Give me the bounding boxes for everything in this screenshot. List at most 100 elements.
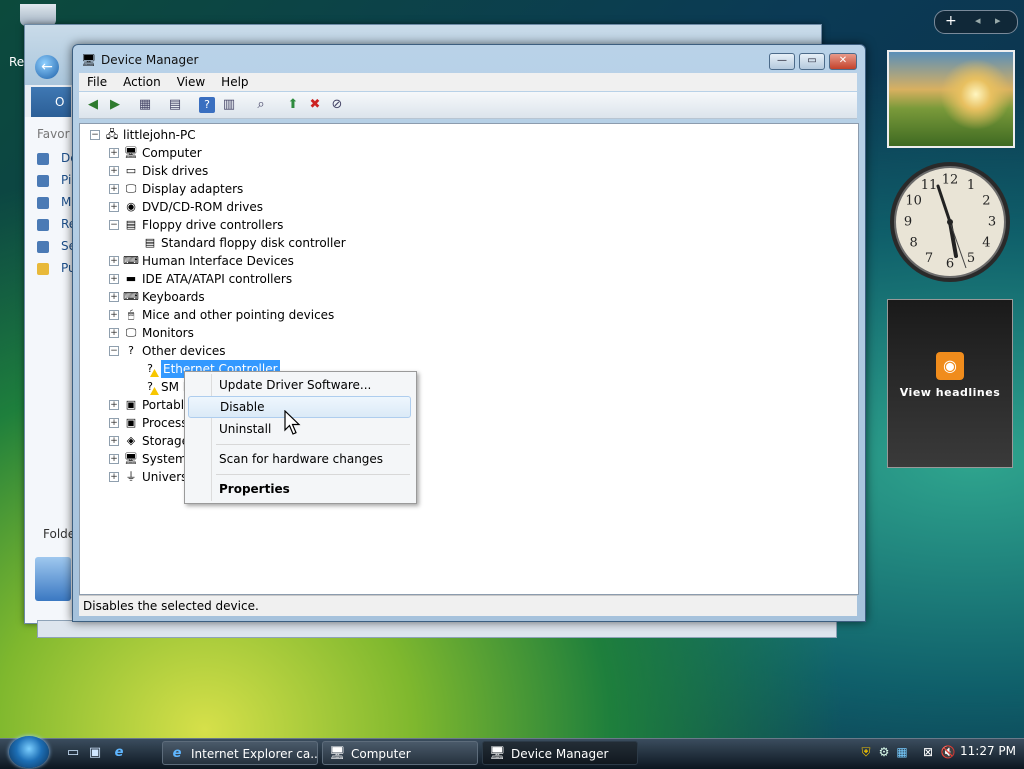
- update-driver-icon[interactable]: ⬆: [285, 97, 301, 113]
- expand-icon[interactable]: +: [109, 256, 119, 266]
- warning-icon: [150, 369, 159, 377]
- network-disconnected-icon[interactable]: ⊠: [920, 744, 936, 760]
- menu-help[interactable]: Help: [213, 73, 256, 91]
- tree-item[interactable]: + ▭ Disk drives: [109, 162, 709, 180]
- action-pane-icon[interactable]: ▥: [221, 97, 237, 113]
- toolbar: ◀ ▶ ▦ ▤ ? ▥ ⌕ ⬆ ✖ ⊘: [79, 92, 857, 119]
- warning-icon: [150, 387, 159, 395]
- tree-item-label: Other devices: [142, 344, 226, 358]
- expand-icon[interactable]: +: [109, 202, 119, 212]
- security-shield-icon[interactable]: ⛨: [858, 744, 874, 760]
- device-manager-window[interactable]: 🖥 Device Manager — ▭ ✕ File Action View Hel…: [72, 44, 866, 622]
- tree-item[interactable]: + 🖵 Display adapters: [109, 180, 709, 198]
- tree-item[interactable]: + 🖵 Monitors: [109, 324, 709, 342]
- device-manager-app-icon: 🖥: [81, 53, 97, 67]
- mouse-cursor-icon: [284, 410, 301, 435]
- expand-icon[interactable]: +: [109, 418, 119, 428]
- forward-arrow-icon[interactable]: ▶: [107, 97, 123, 113]
- tree-item[interactable]: − 🖧 littlejohn-PC: [90, 126, 690, 144]
- tree-item[interactable]: + ⌨ Human Interface Devices: [109, 252, 709, 270]
- expand-icon[interactable]: +: [109, 184, 119, 194]
- sidebar-item-music[interactable]: M: [61, 195, 71, 209]
- expand-icon[interactable]: +: [109, 436, 119, 446]
- window-title: Device Manager: [101, 53, 199, 67]
- tree-item[interactable]: + ▬ IDE ATA/ATAPI controllers: [109, 270, 709, 288]
- computer-network-icon: 🖧: [105, 128, 119, 141]
- start-button[interactable]: [9, 736, 49, 768]
- gadget-controls: + ◂ ▸: [934, 10, 1018, 34]
- slideshow-gadget[interactable]: [887, 50, 1015, 148]
- network-tray-icon[interactable]: ▦: [894, 744, 910, 760]
- background-nav-bar: O: [31, 87, 71, 119]
- taskbar-task-device-manager[interactable]: 🖥 Device Manager: [482, 741, 638, 765]
- show-desktop-icon[interactable]: ▭: [64, 744, 82, 762]
- expand-icon[interactable]: +: [109, 148, 119, 158]
- menu-view[interactable]: View: [169, 73, 213, 91]
- status-text: Disables the selected device.: [83, 599, 259, 613]
- expand-icon[interactable]: +: [109, 310, 119, 320]
- tree-item[interactable]: + 🖥 Computer: [109, 144, 709, 162]
- tree-item[interactable]: + 🖱 Mice and other pointing devices: [109, 306, 709, 324]
- taskbar-task-label: Device Manager: [511, 747, 609, 761]
- sidebar-item-pictures[interactable]: Pi: [61, 173, 71, 187]
- tree-item-label: Standard floppy disk controller: [161, 236, 346, 250]
- uninstall-icon[interactable]: ✖: [307, 97, 323, 113]
- collapse-icon[interactable]: −: [109, 346, 119, 356]
- taskbar-clock[interactable]: 11:27 PM: [960, 744, 1016, 758]
- tree-item-label: Disk drives: [142, 164, 209, 178]
- minimize-button[interactable]: —: [769, 53, 795, 70]
- warning-device-icon: ?: [142, 362, 159, 377]
- tree-item[interactable]: + ◉ DVD/CD-ROM drives: [109, 198, 709, 216]
- folders-label[interactable]: Folde: [43, 527, 75, 541]
- switch-windows-icon[interactable]: ▣: [86, 744, 104, 762]
- feed-headlines-gadget[interactable]: ◉ View headlines: [887, 299, 1013, 468]
- back-arrow-icon[interactable]: ←: [35, 55, 59, 79]
- collapse-icon[interactable]: −: [90, 130, 100, 140]
- tree-item[interactable]: − ▤ Floppy drive controllers: [109, 216, 709, 234]
- tree-item-label: Computer: [142, 146, 202, 160]
- volume-muted-icon[interactable]: 🔇: [940, 744, 956, 760]
- scan-hardware-icon[interactable]: ⌕: [253, 97, 269, 113]
- context-menu: Update Driver Software... Disable Uninst…: [184, 371, 417, 504]
- menu-item-update-driver[interactable]: Update Driver Software...: [188, 374, 411, 396]
- tree-item[interactable]: + ⌨ Keyboards: [109, 288, 709, 306]
- tray-tool-icon[interactable]: ⚙: [876, 744, 892, 760]
- properties-icon[interactable]: ▤: [167, 97, 183, 113]
- disk-drive-icon: ▭: [125, 164, 137, 177]
- status-bar: Disables the selected device.: [79, 595, 857, 616]
- menu-action[interactable]: Action: [115, 73, 169, 91]
- device-tree[interactable]: − 🖧 littlejohn-PC + 🖥 Computer + ▭ Disk drives + 🖵…: [79, 123, 859, 595]
- help-icon[interactable]: ?: [199, 97, 215, 113]
- menu-item-properties[interactable]: Properties: [188, 478, 411, 500]
- back-arrow-icon[interactable]: ◀: [85, 97, 101, 113]
- expand-icon[interactable]: +: [109, 454, 119, 464]
- menu-file[interactable]: File: [79, 73, 115, 91]
- taskbar-task-internet-explorer[interactable]: e Internet Explorer ca...: [162, 741, 318, 765]
- clock-gadget[interactable]: 12 12 3 45678 9 1011: [888, 160, 1012, 284]
- maximize-button[interactable]: ▭: [799, 53, 825, 70]
- keyboard-icon: ⌨: [123, 290, 139, 303]
- show-hide-console-tree-icon[interactable]: ▦: [137, 97, 153, 113]
- expand-icon[interactable]: +: [109, 328, 119, 338]
- next-page-icon[interactable]: ▸: [995, 14, 1001, 27]
- expand-icon[interactable]: +: [109, 400, 119, 410]
- taskbar-task-computer[interactable]: 🖥 Computer: [322, 741, 478, 765]
- feed-headlines-label[interactable]: View headlines: [888, 386, 1012, 399]
- tree-item[interactable]: ▤ Standard floppy disk controller: [128, 234, 728, 252]
- expand-icon[interactable]: +: [109, 166, 119, 176]
- expand-icon[interactable]: +: [109, 274, 119, 284]
- tree-item-label: Floppy drive controllers: [142, 218, 284, 232]
- expand-icon[interactable]: +: [109, 292, 119, 302]
- close-button[interactable]: ✕: [829, 53, 857, 70]
- dvd-drive-icon: ◉: [126, 200, 136, 213]
- clock-numeral: 7: [925, 251, 933, 266]
- add-gadget-icon[interactable]: +: [945, 13, 957, 29]
- tree-item[interactable]: −? Other devices: [109, 342, 709, 360]
- expand-icon[interactable]: +: [109, 472, 119, 482]
- previous-page-icon[interactable]: ◂: [975, 14, 981, 27]
- collapse-icon[interactable]: −: [109, 220, 119, 230]
- menu-item-scan-hardware[interactable]: Scan for hardware changes: [188, 448, 411, 470]
- disable-icon[interactable]: ⊘: [329, 97, 345, 113]
- ie-quicklaunch-icon[interactable]: e: [110, 744, 128, 762]
- recycle-bin-icon[interactable]: [20, 4, 56, 26]
